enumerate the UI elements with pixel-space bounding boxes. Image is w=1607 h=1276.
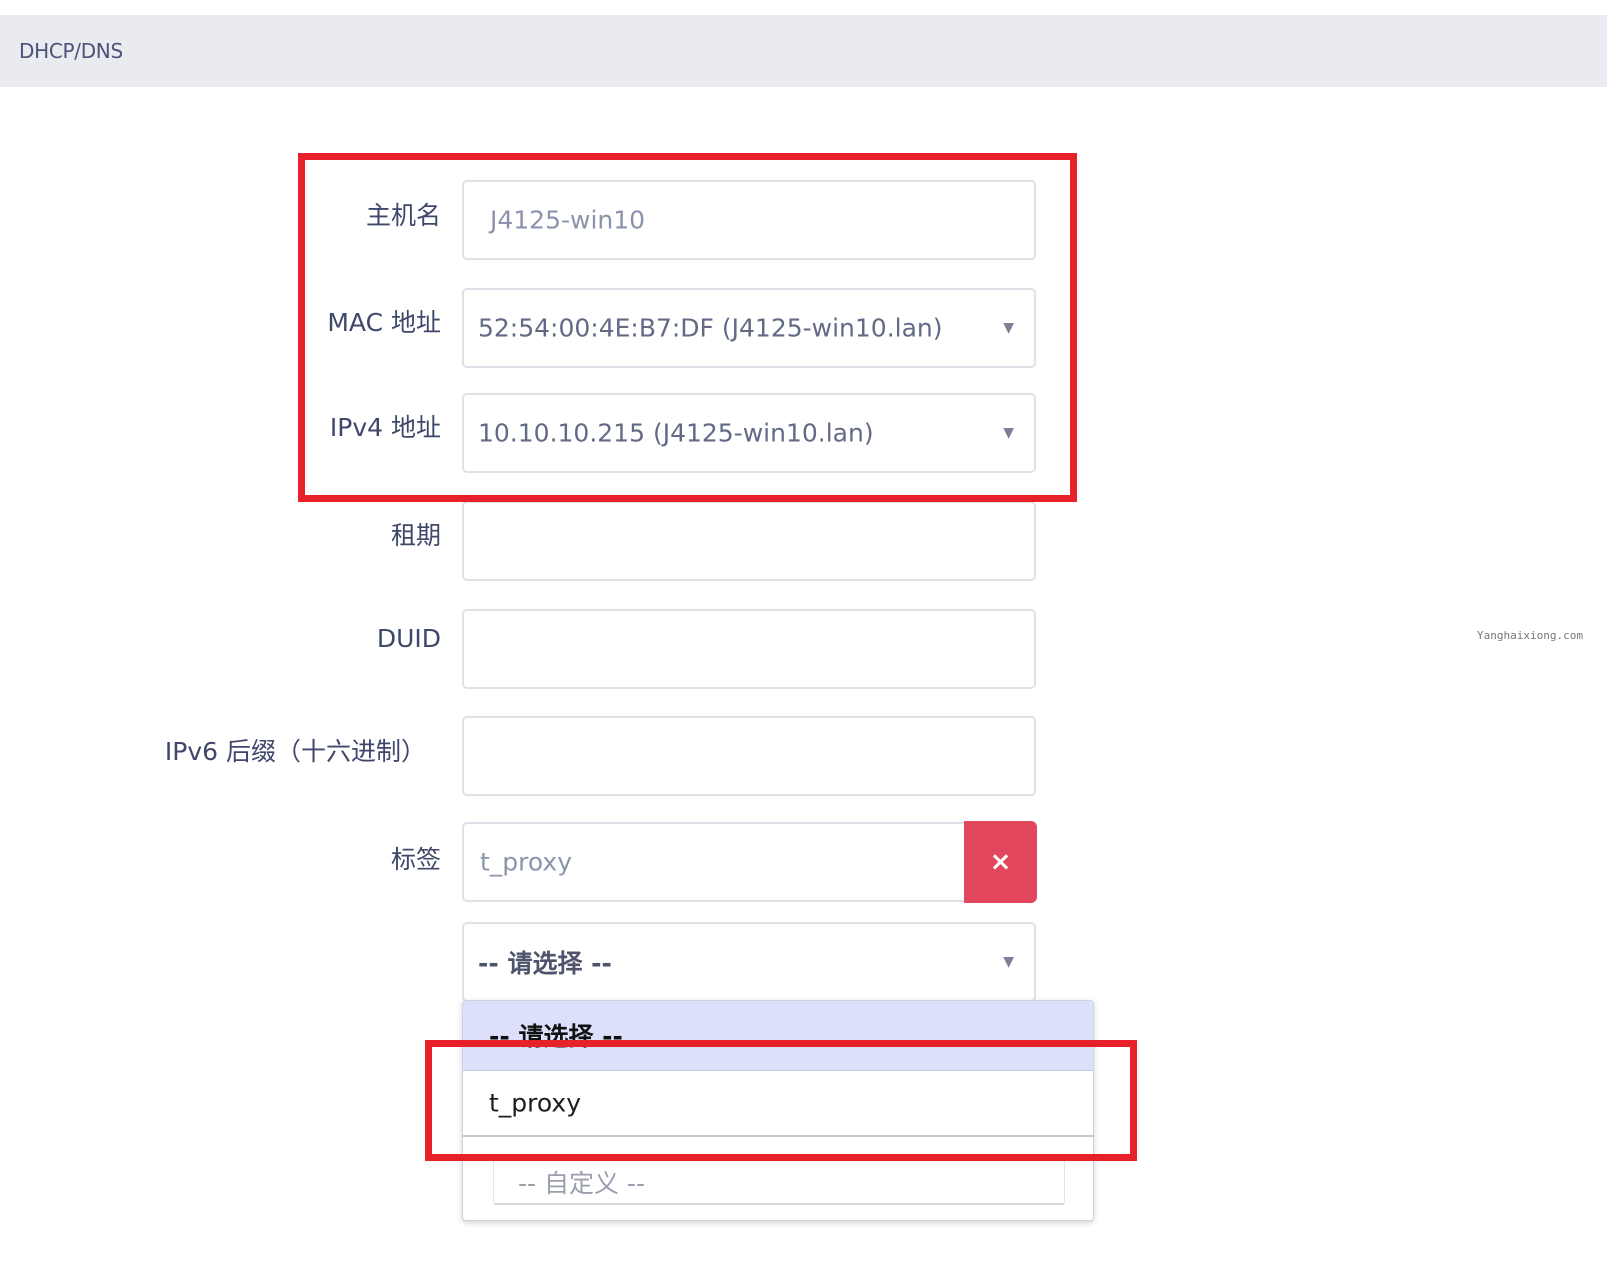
chevron-down-icon: ▼: [1003, 320, 1014, 336]
page-header: DHCP/DNS: [0, 15, 1607, 87]
dropdown-option-placeholder[interactable]: -- 请选择 --: [463, 1001, 1093, 1071]
option-label: -- 请选择 --: [489, 1022, 623, 1051]
tag-value-field[interactable]: t_proxy: [462, 822, 967, 902]
chevron-down-icon: ▼: [1003, 425, 1014, 441]
ipv4-value: 10.10.10.215 (J4125-win10.lan): [478, 418, 874, 448]
duid-input[interactable]: [462, 609, 1036, 689]
option-label: t_proxy: [489, 1088, 582, 1118]
ipv6-suffix-label: IPv6 后缀（十六进制）: [164, 737, 426, 766]
chevron-down-icon: ▼: [1003, 954, 1014, 970]
mac-select[interactable]: 52:54:00:4E:B7:DF (J4125-win10.lan) ▼: [462, 288, 1036, 368]
watermark: Yanghaixiong.com: [1477, 629, 1583, 642]
dropdown-option-t-proxy[interactable]: t_proxy: [463, 1071, 1093, 1137]
ipv4-select[interactable]: 10.10.10.215 (J4125-win10.lan) ▼: [462, 393, 1036, 473]
tag-select-value: -- 请选择 --: [478, 949, 612, 978]
hostname-input[interactable]: J4125-win10: [462, 180, 1036, 260]
tag-dropdown-list: -- 请选择 -- t_proxy -- 自定义 --: [462, 1000, 1094, 1221]
close-icon: ×: [989, 847, 1012, 877]
lease-input[interactable]: [462, 501, 1036, 581]
mac-value: 52:54:00:4E:B7:DF (J4125-win10.lan): [478, 313, 943, 343]
tag-label: 标签: [390, 845, 441, 874]
ipv6-suffix-input[interactable]: [462, 716, 1036, 796]
hostname-label: 主机名: [365, 201, 441, 230]
page-title: DHCP/DNS: [19, 39, 123, 63]
ipv4-label: IPv4 地址: [329, 413, 441, 442]
custom-tag-input[interactable]: -- 自定义 --: [493, 1159, 1065, 1205]
hostname-placeholder: J4125-win10: [490, 205, 646, 235]
duid-label: DUID: [376, 624, 441, 653]
custom-tag-placeholder: -- 自定义 --: [518, 1168, 645, 1198]
lease-label: 租期: [390, 521, 441, 550]
remove-tag-button[interactable]: ×: [964, 821, 1037, 903]
tag-value: t_proxy: [480, 847, 573, 877]
mac-label: MAC 地址: [327, 308, 441, 337]
tag-select[interactable]: -- 请选择 -- ▼: [462, 922, 1036, 1002]
